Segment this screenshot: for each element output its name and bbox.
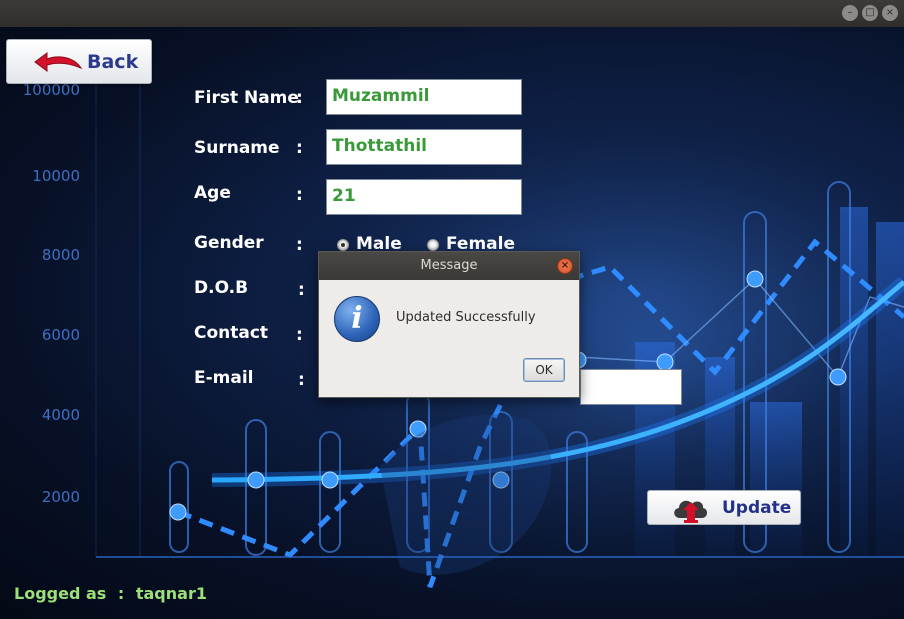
axis-tick-4000: 4000	[42, 406, 80, 424]
minimize-button[interactable]: –	[842, 5, 858, 21]
logged-in-status: Logged as : taqnar1	[14, 584, 207, 603]
age-colon: :	[296, 185, 303, 205]
dialog-title: Message	[420, 258, 478, 273]
contact-label: Contact	[194, 323, 269, 343]
gender-male-radio[interactable]	[337, 239, 349, 251]
dob-label: D.O.B	[194, 278, 249, 298]
contact-colon: :	[296, 325, 303, 345]
maximize-button[interactable]: □	[862, 5, 878, 21]
dialog-close-button[interactable]: ×	[557, 258, 573, 274]
gender-female-radio[interactable]	[427, 239, 439, 251]
email-colon: :	[298, 370, 305, 390]
axis-tick-10000: 10000	[32, 167, 80, 185]
dialog-titlebar: Message ×	[319, 252, 579, 280]
update-button-label: Update	[722, 498, 792, 518]
update-button[interactable]: Update	[647, 490, 801, 525]
message-dialog: Message × i Updated Successfully OK	[318, 251, 580, 398]
surname-label: Surname	[194, 138, 280, 158]
close-window-button[interactable]: ×	[882, 5, 898, 21]
info-icon: i	[334, 296, 380, 342]
surname-field[interactable]: Thottathil	[326, 129, 522, 165]
back-arrow-icon	[34, 52, 83, 72]
first-name-field[interactable]: Muzammil	[326, 79, 522, 115]
first-name-colon: :	[296, 88, 303, 108]
axis-tick-8000: 8000	[42, 246, 80, 264]
email-label: E-mail	[194, 368, 254, 388]
age-field[interactable]: 21	[326, 179, 522, 215]
back-button-label: Back	[87, 51, 139, 73]
logged-as-prefix: Logged as	[14, 584, 107, 603]
gender-colon: :	[296, 235, 303, 255]
ok-button[interactable]: OK	[523, 358, 565, 382]
window-titlebar: – □ ×	[0, 0, 904, 27]
gender-label: Gender	[194, 233, 264, 253]
axis-tick-2000: 2000	[42, 488, 80, 506]
first-name-label: First Name	[194, 88, 299, 108]
cloud-upload-icon	[674, 500, 708, 523]
age-label: Age	[194, 183, 231, 203]
logged-in-username: taqnar1	[135, 584, 207, 603]
email-field[interactable]	[580, 369, 682, 405]
back-button[interactable]: Back	[6, 39, 152, 84]
surname-colon: :	[296, 138, 303, 158]
dialog-message: Updated Successfully	[396, 310, 536, 325]
logged-as-colon: :	[117, 584, 125, 603]
dob-colon: :	[298, 280, 305, 300]
axis-tick-6000: 6000	[42, 326, 80, 344]
